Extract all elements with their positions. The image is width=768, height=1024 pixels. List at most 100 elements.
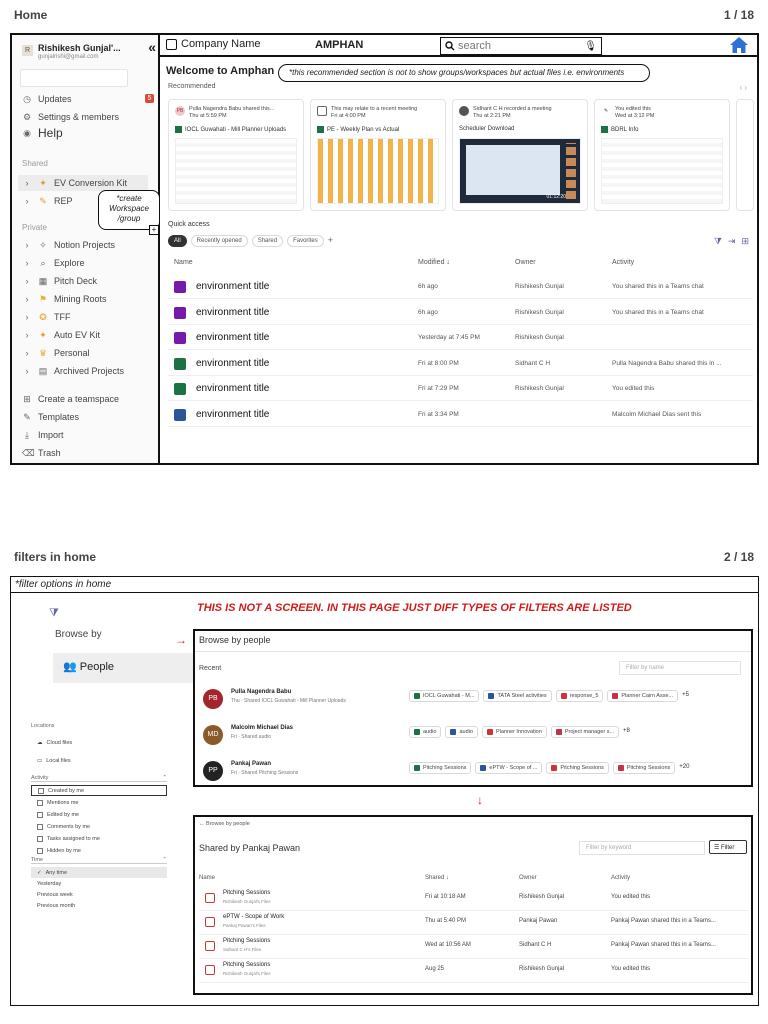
collapse-sidebar-icon[interactable]: « bbox=[148, 39, 156, 55]
sidebar-item-ev-conversion-kit[interactable]: › ✦ EV Conversion Kit bbox=[18, 175, 148, 191]
time-filter-option[interactable]: Yesterday bbox=[31, 878, 167, 889]
table-row[interactable]: Pitching Sessions Rishikesh Gunjal's File… bbox=[199, 887, 749, 911]
company-switcher[interactable]: Company Name bbox=[166, 38, 260, 50]
recommended-card[interactable]: ✎ You edited this Wed at 3:12 PM BDRL Info bbox=[594, 99, 730, 211]
checkbox[interactable] bbox=[37, 811, 43, 818]
time-filter-option[interactable]: ✓ Any time bbox=[31, 867, 167, 878]
sidebar-item-personal[interactable]: › ♛ Personal bbox=[22, 345, 90, 361]
sidebar-item-mining-roots[interactable]: › ⚑ Mining Roots bbox=[22, 291, 107, 307]
activity-section[interactable]: Activity ⌃ bbox=[31, 775, 167, 782]
file-chip[interactable]: Pitching Sessions bbox=[409, 762, 472, 774]
person-row[interactable]: PB Pulla Nagendra Babu Thu · Shared IOCL G… bbox=[199, 683, 749, 717]
add-chip-button[interactable]: + bbox=[328, 235, 333, 247]
checkbox[interactable] bbox=[37, 847, 43, 854]
col-owner[interactable]: Owner bbox=[519, 875, 537, 881]
col-name[interactable]: Name bbox=[199, 875, 215, 881]
sidebar-item-updates[interactable]: ◷ Updates bbox=[22, 91, 71, 107]
person-row[interactable]: MD Malcolm Michael Dias Fri · Shared audio… bbox=[199, 719, 749, 753]
sidebar-item-create-teamspace[interactable]: ⊞ Create a teamspace bbox=[22, 391, 119, 407]
checkbox[interactable] bbox=[37, 823, 43, 830]
file-chip[interactable]: IOCL Guwahati - M... bbox=[409, 690, 480, 702]
file-chip[interactable]: response_5 bbox=[555, 690, 604, 702]
sidebar-item-rep[interactable]: › ✎ REP bbox=[22, 193, 73, 209]
col-shared[interactable]: Shared ↓ bbox=[425, 875, 449, 881]
chip-all[interactable]: All bbox=[168, 235, 187, 247]
sidebar-item-auto-ev-kit[interactable]: › ✦ Auto EV Kit bbox=[22, 327, 101, 343]
file-chip[interactable]: TATA Steel activities bbox=[483, 690, 552, 702]
create-workspace-plus-icon[interactable]: + bbox=[149, 225, 159, 235]
activity-filter-option[interactable]: Mentions me bbox=[31, 797, 167, 808]
microphone-icon[interactable]: 🎙 bbox=[584, 41, 597, 52]
more-files-count[interactable]: +5 bbox=[682, 690, 689, 702]
file-chip[interactable]: Project manager s... bbox=[550, 726, 620, 738]
recommended-card[interactable]: Sidhant C H recorded a meeting Thu at 2:2… bbox=[452, 99, 588, 211]
col-owner[interactable]: Owner bbox=[515, 259, 536, 266]
sidebar-item-settings[interactable]: ⚙ Settings & members bbox=[22, 109, 119, 125]
file-chip[interactable]: audio bbox=[409, 726, 442, 738]
file-chip[interactable]: Planner Cairn Asse... bbox=[607, 690, 679, 702]
table-row[interactable]: environment title Fri at 7:29 PM Rishikesh… bbox=[168, 377, 753, 401]
filter-icon[interactable]: ⧩ bbox=[714, 236, 722, 247]
home-icon[interactable] bbox=[729, 36, 749, 59]
more-files-count[interactable]: +8 bbox=[623, 726, 630, 738]
filter-button[interactable]: ☰ Filter bbox=[709, 840, 747, 854]
sidebar-item-explore[interactable]: › ⌕ Explore bbox=[22, 255, 85, 271]
chip-recently-opened[interactable]: Recently opened bbox=[190, 235, 248, 247]
sidebar-search-box[interactable] bbox=[20, 69, 128, 87]
browse-people-option[interactable]: 👥 People bbox=[53, 653, 193, 683]
chip-favorites[interactable]: Favorites bbox=[287, 235, 324, 247]
more-files-count[interactable]: +20 bbox=[679, 762, 689, 774]
back-to-browse-link[interactable]: ← Browse by people bbox=[199, 821, 250, 827]
location-local-files[interactable]: ▭ Local files bbox=[31, 755, 167, 766]
col-name[interactable]: Name bbox=[174, 259, 193, 266]
recommended-card[interactable]: This may relate to a recent meeting Fri a… bbox=[310, 99, 446, 211]
activity-filter-option[interactable]: Created by me bbox=[31, 785, 167, 796]
file-chip[interactable]: Planner Innovation bbox=[481, 726, 547, 738]
table-row[interactable]: environment title 6h ago Rishikesh Gunjal Y… bbox=[168, 301, 753, 325]
recommended-card-partial[interactable] bbox=[736, 99, 754, 211]
time-section[interactable]: Time ⌃ bbox=[31, 857, 167, 864]
file-chip[interactable]: audio bbox=[445, 726, 478, 738]
user-switcher[interactable]: R Rishikesh Gunjal'... gunjalrishi@gmail… bbox=[18, 39, 156, 65]
grid-view-icon[interactable]: ⊞ bbox=[741, 236, 749, 247]
checkbox[interactable] bbox=[37, 835, 43, 842]
sidebar-item-trash[interactable]: ⌫ Trash bbox=[22, 445, 61, 461]
activity-filter-option[interactable]: Comments by me bbox=[31, 821, 167, 832]
sidebar-item-templates[interactable]: ✎ Templates bbox=[22, 409, 79, 425]
activity-filter-option[interactable]: Hidden by me bbox=[31, 845, 167, 856]
time-filter-option[interactable]: Previous week bbox=[31, 889, 167, 900]
chip-shared[interactable]: Shared bbox=[251, 235, 284, 247]
activity-filter-option[interactable]: Tasks assigned to me bbox=[31, 833, 167, 844]
search-input[interactable]: search 🎙 bbox=[440, 37, 602, 55]
activity-filter-option[interactable]: Edited by me bbox=[31, 809, 167, 820]
file-chip[interactable]: ePTW - Scope of ... bbox=[475, 762, 543, 774]
time-filter-option[interactable]: Previous month bbox=[31, 900, 167, 911]
col-modified[interactable]: Modified ↓ bbox=[418, 259, 450, 266]
table-row[interactable]: environment title Fri at 8:00 PM Sidhant C… bbox=[168, 352, 753, 376]
sidebar-item-tff[interactable]: › ✪ TFF bbox=[22, 309, 71, 325]
file-chip[interactable]: Pitching Sessions bbox=[546, 762, 609, 774]
table-row[interactable]: ePTW - Scope of Work Pankaj Pawan's Files… bbox=[199, 911, 749, 935]
sidebar-item-archived-projects[interactable]: › ▤ Archived Projects bbox=[22, 363, 125, 379]
filter-by-keyword-input[interactable]: Filter by keyword bbox=[579, 841, 705, 855]
table-row[interactable]: Pitching Sessions Rishikesh Gunjal's File… bbox=[199, 959, 749, 983]
filter-by-name-input[interactable]: Filter by name bbox=[619, 661, 741, 675]
carousel-nav[interactable]: ‹ › bbox=[739, 83, 747, 92]
sidebar-item-pitch-deck[interactable]: › ▦ Pitch Deck bbox=[22, 273, 98, 289]
person-row[interactable]: PP Pankaj Pawan Fri · Shared Pitching Sess… bbox=[199, 755, 749, 789]
location-cloud-files[interactable]: ☁ Cloud files bbox=[31, 737, 167, 748]
col-activity[interactable]: Activity bbox=[611, 875, 630, 881]
table-row[interactable]: environment title Fri at 3:34 PM Malcolm M… bbox=[168, 403, 753, 427]
col-activity[interactable]: Activity bbox=[612, 259, 634, 266]
table-row[interactable]: Pitching Sessions Sidhant C H's Files Wed … bbox=[199, 935, 749, 959]
sort-icon[interactable]: ⇥ bbox=[728, 236, 736, 247]
table-row[interactable]: environment title 6h ago Rishikesh Gunjal Y… bbox=[168, 275, 753, 299]
table-row[interactable]: environment title Yesterday at 7:45 PM Ris… bbox=[168, 326, 753, 350]
recommended-card[interactable]: PB Pulla Nagendra Babu shared this... Thu … bbox=[168, 99, 304, 211]
file-chip[interactable]: Pitching Sessions bbox=[612, 762, 676, 774]
checkbox[interactable] bbox=[37, 799, 43, 806]
sidebar-item-notion-projects[interactable]: › ✧ Notion Projects bbox=[22, 237, 116, 253]
sidebar-item-help[interactable]: ◉ Help bbox=[22, 125, 63, 141]
checkbox[interactable] bbox=[38, 787, 44, 794]
sidebar-item-import[interactable]: ⤓ Import bbox=[22, 427, 64, 443]
